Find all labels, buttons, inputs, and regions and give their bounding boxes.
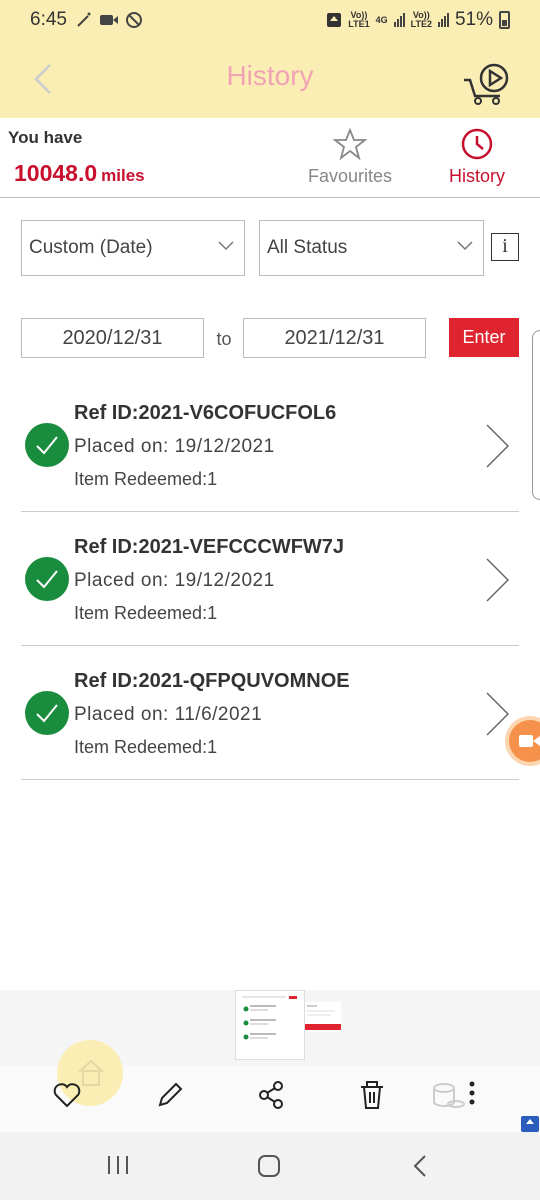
to-label: to [216, 329, 232, 349]
check-circle-icon [25, 691, 69, 735]
order-ref-id: Ref ID:2021-V6COFUCFOL6 [74, 402, 337, 424]
miles-value: 10048.0 [14, 160, 98, 186]
pencil-icon[interactable] [155, 1080, 185, 1110]
date-filter-select[interactable]: Custom (Date) [21, 220, 245, 276]
video-camera-icon [519, 735, 540, 747]
more-vertical-icon[interactable] [467, 1080, 477, 1110]
chevron-down-icon [457, 241, 473, 251]
video-camera-icon [99, 15, 118, 25]
coins-icon [433, 1083, 465, 1108]
from-date-input[interactable]: 2020/12/31 [21, 318, 204, 358]
status-left-icons [75, 11, 143, 29]
heart-icon[interactable] [52, 1080, 82, 1110]
network-type: 4G [375, 14, 388, 25]
thumbnail-preview-icon [242, 996, 297, 1040]
enter-button[interactable]: Enter [449, 318, 519, 357]
tab-history-label: History [448, 166, 505, 186]
tab-favourites[interactable]: Favourites [300, 128, 400, 187]
order-ref-id: Ref ID:2021-QFPQUVOMNOE [74, 670, 350, 692]
app-header: History [0, 40, 540, 118]
you-have-label: You have [8, 128, 83, 147]
order-items-redeemed: Item Redeemed:1 [74, 737, 218, 757]
chevron-right-icon [486, 558, 510, 602]
order-placed-date: Placed on: 11/6/2021 [74, 704, 263, 725]
back-nav-icon[interactable] [412, 1154, 428, 1178]
status-right-icons: Vo)) LTE1 4G Vo)) LTE2 51% [326, 9, 510, 31]
sim2-label: Vo)) LTE2 [410, 10, 432, 29]
miles-balance: 10048.0 miles [14, 160, 145, 187]
date-filter-value: Custom (Date) [29, 237, 153, 258]
order-placed-date: Placed on: 19/12/2021 [74, 570, 275, 591]
order-items-redeemed: Item Redeemed:1 [74, 603, 218, 623]
order-item[interactable]: Ref ID:2021-VEFCCCWFW7J Placed on: 19/12… [21, 512, 519, 646]
sim1-label: Vo)) LTE1 [348, 10, 370, 29]
miles-unit: miles [101, 166, 145, 185]
order-items-redeemed: Item Redeemed:1 [74, 469, 218, 489]
chevron-down-icon [218, 241, 234, 251]
status-filter-select[interactable]: All Status [259, 220, 484, 276]
status-bar: 6:45 Vo)) LTE1 4G Vo)) LTE2 51% [0, 0, 540, 40]
chevron-right-icon [486, 424, 510, 468]
tab-favourites-label: Favourites [307, 166, 393, 186]
cart-play-icon[interactable] [460, 60, 512, 106]
share-icon[interactable] [256, 1080, 286, 1110]
home-nav-icon[interactable] [257, 1154, 281, 1178]
tab-history[interactable]: History [436, 128, 518, 187]
no-disturb-icon [125, 12, 142, 28]
magic-wand-icon [77, 12, 91, 27]
order-item[interactable]: Ref ID:2021-QFPQUVOMNOE Placed on: 11/6/… [21, 646, 519, 780]
upload-badge-icon [521, 1116, 539, 1132]
trash-icon[interactable] [357, 1080, 387, 1110]
star-icon [333, 128, 367, 160]
order-ref-id: Ref ID:2021-VEFCCCWFW7J [74, 536, 345, 558]
page-title: History [226, 60, 314, 91]
signal-bars-1-icon [393, 13, 405, 27]
recent-apps-icon[interactable] [106, 1154, 130, 1176]
account-summary: You have 10048.0 miles Favourites History [0, 118, 540, 198]
info-button[interactable]: i [491, 233, 519, 261]
order-placed-date: Placed on: 19/12/2021 [74, 436, 275, 457]
signal-bars-2-icon [437, 13, 449, 27]
clock-icon [461, 128, 493, 160]
status-filter-value: All Status [267, 237, 348, 258]
battery-icon [499, 11, 510, 29]
screenshot-thumbnail[interactable] [235, 990, 305, 1060]
upload-notification-icon [327, 13, 342, 27]
screenshot-thumbnail-secondary [305, 1002, 341, 1032]
edge-panel-handle[interactable] [532, 330, 540, 500]
battery-percent: 51% [454, 9, 493, 30]
order-item[interactable]: Ref ID:2021-V6COFUCFOL6 Placed on: 19/12… [21, 378, 519, 512]
system-nav-bar [0, 1132, 540, 1200]
check-circle-icon [25, 423, 69, 467]
to-date-input[interactable]: 2021/12/31 [243, 318, 426, 358]
status-time: 6:45 [30, 9, 67, 30]
check-circle-icon [25, 557, 69, 601]
